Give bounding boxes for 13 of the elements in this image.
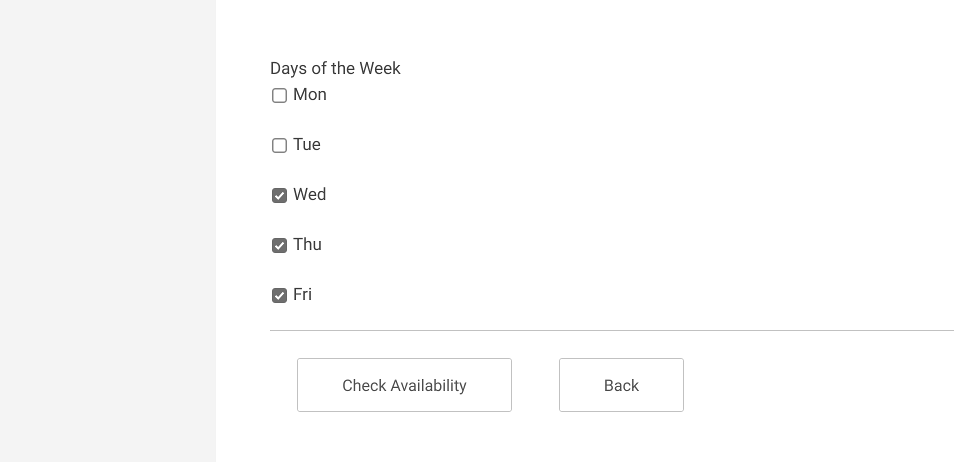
checkbox-label[interactable]: Tue: [293, 135, 321, 155]
checkbox-label[interactable]: Wed: [293, 185, 326, 205]
checkbox-label[interactable]: Fri: [293, 285, 312, 305]
check-availability-button[interactable]: Check Availability: [297, 358, 512, 412]
checkbox-label[interactable]: Mon: [293, 85, 327, 105]
checkbox-label[interactable]: Thu: [293, 235, 322, 255]
checkbox[interactable]: [272, 188, 287, 202]
section-title: Days of the Week: [270, 58, 401, 80]
checkbox[interactable]: [272, 238, 287, 252]
checkbox[interactable]: [272, 288, 287, 302]
back-button[interactable]: Back: [559, 358, 684, 412]
checkbox[interactable]: [272, 138, 287, 152]
checkbox[interactable]: [272, 88, 287, 102]
